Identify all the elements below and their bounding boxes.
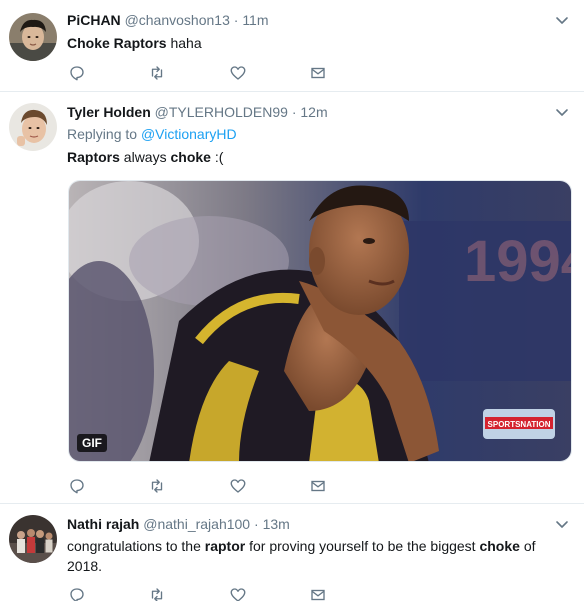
tweet-header: Nathi rajah @nathi_rajah100 · 13m	[67, 515, 574, 533]
tweet-actions	[66, 63, 336, 83]
tweet[interactable]: Nathi rajah @nathi_rajah100 · 13m congra…	[0, 504, 584, 601]
reply-context: Replying to @VictionaryHD	[67, 124, 574, 144]
tweet-text-part: Raptors	[67, 149, 120, 165]
background-text: 1994	[464, 229, 572, 294]
tweet-text-part: for proving yourself to be the biggest	[245, 538, 480, 554]
display-name[interactable]: Tyler Holden	[67, 104, 151, 120]
chevron-down-icon[interactable]	[554, 104, 570, 120]
chevron-down-icon[interactable]	[554, 12, 570, 28]
retweet-icon[interactable]	[146, 476, 168, 496]
avatar[interactable]	[9, 103, 57, 151]
timestamp[interactable]: 12m	[300, 104, 327, 120]
reply-icon[interactable]	[66, 63, 88, 83]
gif-badge: GIF	[77, 434, 107, 452]
direct-message-icon[interactable]	[307, 585, 329, 601]
tweet-text-part: choke	[479, 538, 520, 554]
reply-to-link[interactable]: @VictionaryHD	[141, 126, 237, 142]
tweet-header: Tyler Holden @TYLERHOLDEN99 · 12m	[67, 103, 574, 121]
avatar[interactable]	[9, 13, 57, 61]
timestamp[interactable]: 13m	[263, 516, 290, 532]
retweet-icon[interactable]	[146, 585, 168, 601]
username[interactable]: @chanvoshon13	[125, 12, 230, 28]
separator: ·	[233, 12, 239, 28]
tweet-text-part: haha	[166, 35, 202, 51]
like-icon[interactable]	[227, 585, 249, 601]
tweet-text: Choke Raptors haha	[67, 33, 574, 53]
reply-icon[interactable]	[66, 585, 88, 601]
tweet-text-part: choke	[170, 149, 211, 165]
separator: ·	[291, 104, 297, 120]
tweet-text-part: congratulations to the	[67, 538, 205, 554]
avatar[interactable]	[9, 515, 57, 563]
direct-message-icon[interactable]	[307, 63, 329, 83]
reply-icon[interactable]	[66, 476, 88, 496]
tweet[interactable]: Tyler Holden @TYLERHOLDEN99 · 12m Replyi…	[0, 92, 584, 504]
tweet-text-part: Choke Raptors	[67, 35, 167, 51]
retweet-icon[interactable]	[146, 63, 168, 83]
sportsnation-logo: SPORTSNATION	[488, 420, 551, 429]
tweet-text-part: always	[119, 149, 171, 165]
tweet[interactable]: PiCHAN @chanvoshon13 · 11m Choke Raptors…	[0, 0, 584, 92]
tweet-text-part: raptor	[204, 538, 246, 554]
tweet-text: Raptors always choke :(	[67, 147, 574, 167]
username[interactable]: @TYLERHOLDEN99	[155, 104, 288, 120]
chevron-down-icon[interactable]	[554, 516, 570, 532]
tweet-actions	[66, 476, 336, 496]
tweet-actions	[66, 585, 336, 601]
username[interactable]: @nathi_rajah100	[143, 516, 250, 532]
separator: ·	[254, 516, 259, 532]
direct-message-icon[interactable]	[307, 476, 329, 496]
like-icon[interactable]	[227, 476, 249, 496]
tweet-header: PiCHAN @chanvoshon13 · 11m	[67, 11, 574, 29]
reply-prefix: Replying to	[67, 126, 138, 142]
tweet-text-part: :(	[210, 149, 224, 165]
display-name[interactable]: Nathi rajah	[67, 516, 139, 532]
display-name[interactable]: PiCHAN	[67, 12, 121, 28]
like-icon[interactable]	[227, 63, 249, 83]
gif-frame: 1994 SPORTSNATION	[69, 181, 572, 461]
gif-media[interactable]: 1994 SPORTSNATION GIF	[68, 180, 572, 462]
timestamp[interactable]: 11m	[242, 12, 268, 28]
tweet-text: congratulations to the raptor for provin…	[67, 536, 574, 576]
